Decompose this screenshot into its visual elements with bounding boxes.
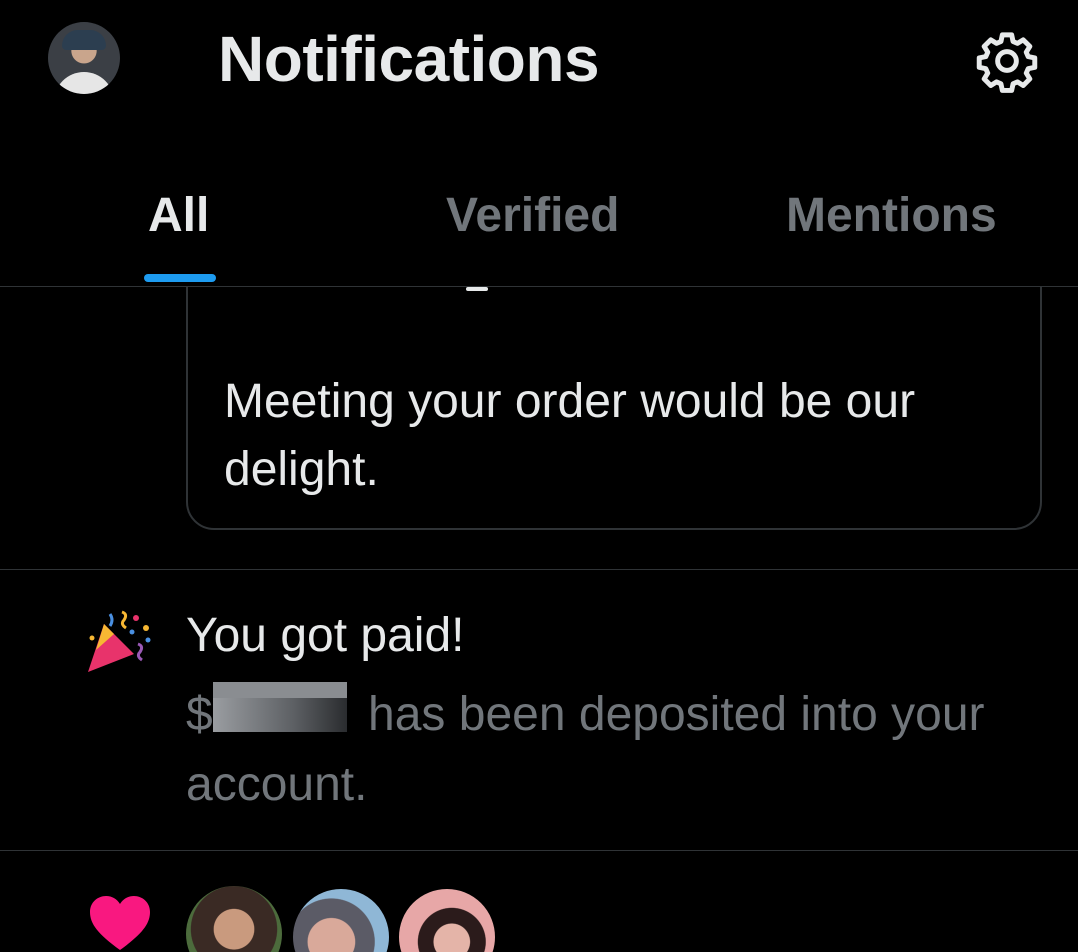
top-header: Notifications xyxy=(0,0,1078,140)
active-tab-indicator xyxy=(144,274,216,282)
currency-symbol: $ xyxy=(186,688,213,741)
message-card[interactable]: Meeting your order would be our delight. xyxy=(186,287,1042,530)
notification-tabs: All Verified Mentions xyxy=(0,160,1078,287)
payment-title: You got paid! xyxy=(186,609,465,662)
payment-body: $ has been deposited into your account. xyxy=(186,680,1016,820)
avatar-cap xyxy=(62,30,106,50)
tab-mentions[interactable]: Mentions xyxy=(786,188,997,243)
avatar-shirt xyxy=(54,72,114,94)
redacted-amount xyxy=(212,682,347,732)
liker-avatar-1[interactable] xyxy=(186,886,282,952)
heart-icon xyxy=(90,896,150,950)
notification-divider xyxy=(0,850,1078,851)
party-popper-icon xyxy=(88,610,151,672)
liker-avatar-3[interactable] xyxy=(396,886,498,952)
gear-icon[interactable] xyxy=(974,28,1040,94)
user-avatar[interactable] xyxy=(48,22,120,94)
message-text: Meeting your order would be our delight. xyxy=(224,375,916,496)
liker-avatar-2[interactable] xyxy=(290,886,392,952)
tab-all[interactable]: All xyxy=(148,188,209,243)
page-title: Notifications xyxy=(218,23,600,95)
notification-divider xyxy=(0,569,1078,570)
message-card-viewport: Meeting your order would be our delight. xyxy=(0,287,1078,569)
tab-verified[interactable]: Verified xyxy=(446,188,619,243)
notifications-page: Notifications All Verified Mentions Meet… xyxy=(0,0,1078,952)
